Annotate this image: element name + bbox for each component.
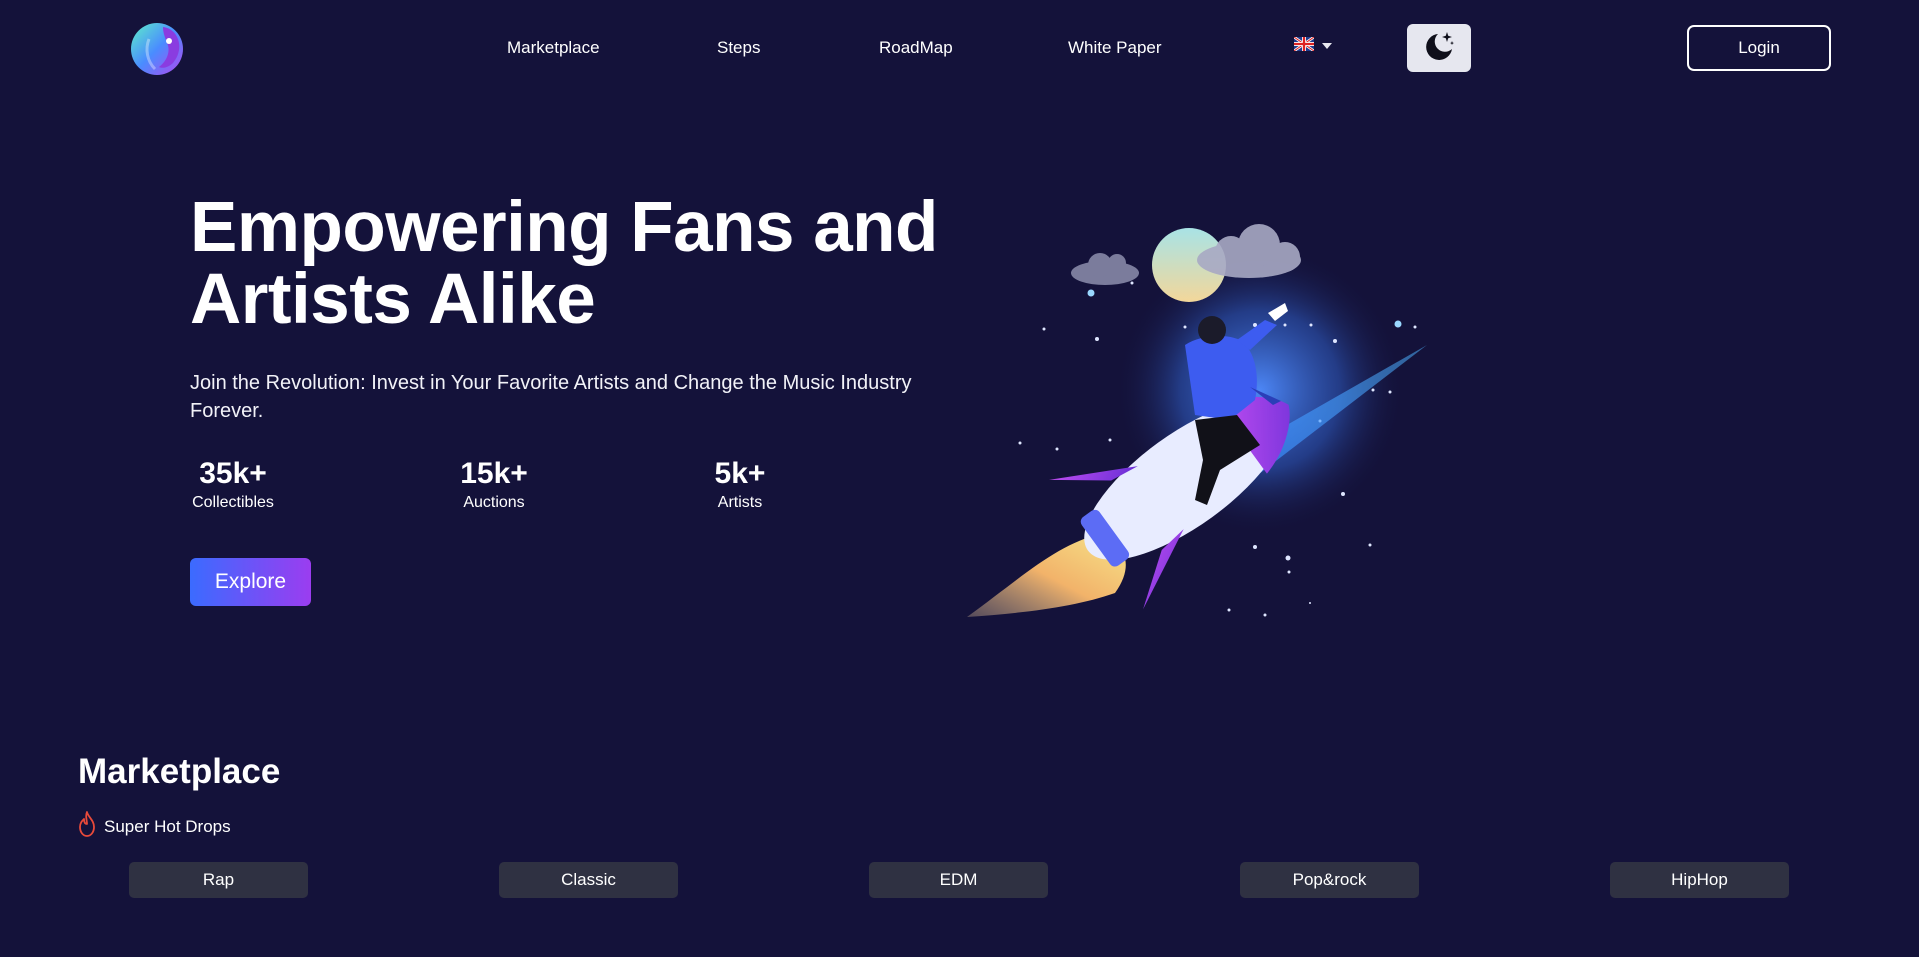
login-button[interactable]: Login bbox=[1687, 25, 1831, 71]
category-pop-rock[interactable]: Pop&rock bbox=[1240, 862, 1419, 898]
stat-value: 5k+ bbox=[714, 457, 766, 490]
category-edm[interactable]: EDM bbox=[869, 862, 1048, 898]
stat-value: 15k+ bbox=[460, 457, 528, 490]
uk-flag-icon bbox=[1293, 35, 1315, 56]
stat-value: 35k+ bbox=[199, 457, 267, 490]
language-selector[interactable] bbox=[1293, 35, 1338, 56]
category-rap[interactable]: Rap bbox=[129, 862, 308, 898]
category-classic[interactable]: Classic bbox=[499, 862, 678, 898]
explore-button[interactable]: Explore bbox=[190, 558, 311, 606]
landing-page: Marketplace Steps RoadMap White Paper Lo… bbox=[0, 0, 1919, 957]
nav-link-white-paper[interactable]: White Paper bbox=[1068, 38, 1162, 58]
hero-title: Empowering Fans and Artists Alike bbox=[190, 188, 938, 339]
rocket-rider-illustration bbox=[955, 215, 1515, 625]
stat-label: Artists bbox=[717, 494, 763, 511]
flame-icon bbox=[78, 811, 96, 842]
nav-link-roadmap[interactable]: RoadMap bbox=[879, 38, 953, 58]
stat-auctions: 15k+ Auctions bbox=[455, 456, 533, 514]
stat-label: Collectibles bbox=[192, 494, 274, 511]
moon-stars-icon bbox=[1422, 29, 1456, 68]
stat-label: Auctions bbox=[463, 494, 525, 511]
super-hot-drops: Super Hot Drops bbox=[78, 811, 231, 842]
marketplace-title: Marketplace bbox=[78, 752, 281, 791]
theme-toggle-button[interactable] bbox=[1407, 24, 1471, 72]
nav-link-steps[interactable]: Steps bbox=[717, 38, 760, 58]
chevron-down-icon bbox=[1322, 43, 1332, 49]
stat-collectibles: 35k+ Collectibles bbox=[190, 456, 276, 514]
super-hot-drops-label: Super Hot Drops bbox=[104, 816, 231, 836]
hero-subtitle: Join the Revolution: Invest in Your Favo… bbox=[190, 372, 912, 422]
brand-logo[interactable] bbox=[129, 19, 189, 77]
nav-link-marketplace[interactable]: Marketplace bbox=[507, 38, 600, 58]
stat-artists: 5k+ Artists bbox=[710, 456, 770, 514]
category-hiphop[interactable]: HipHop bbox=[1610, 862, 1789, 898]
